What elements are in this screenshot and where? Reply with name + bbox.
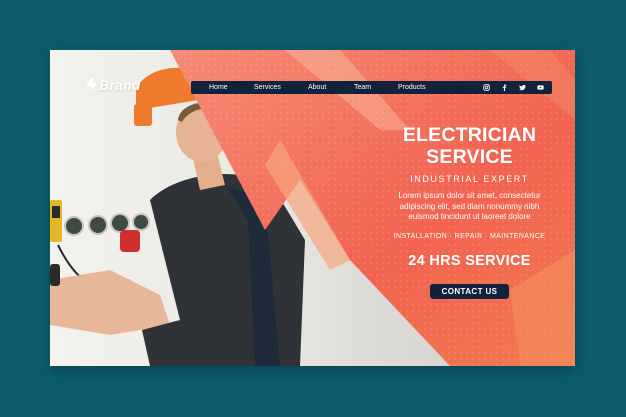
social-links [483,81,544,94]
nav-item-home[interactable]: Home [209,81,254,94]
nav-links: Home Services About Team Products [209,81,448,94]
brand-name: Brand [99,77,141,93]
nav-item-about[interactable]: About [308,81,354,94]
facebook-icon[interactable] [501,84,508,91]
instagram-icon[interactable] [483,84,490,91]
hero-title-line-2: SERVICE [426,146,513,168]
brand-logo[interactable]: Brand [86,77,140,93]
nav-item-services[interactable]: Services [254,81,308,94]
contact-us-button[interactable]: CONTACT US [429,283,510,299]
youtube-icon[interactable] [537,84,544,91]
header: Brand Home Services About Team Products [50,50,575,110]
availability-heading: 24 HRS SERVICE [408,252,531,269]
hero-title: ELECTRICIAN SERVICE [372,124,567,168]
hero-subtitle: INDUSTRIAL EXPERT [410,174,529,184]
landing-page-card: Brand Home Services About Team Products [50,50,575,366]
hero-title-line-1: ELECTRICIAN [402,124,537,146]
nav-item-products[interactable]: Products [398,81,448,94]
hero-body-line-2: adipiscing elit, sed diam nonummy nibh [399,201,540,211]
hero-body-text: Lorem ipsum dolor sit amet, consectetur … [381,191,559,223]
twitter-icon[interactable] [519,84,526,91]
lightning-bolt-icon [86,78,97,92]
hero-content: ELECTRICIAN SERVICE INDUSTRIAL EXPERT Lo… [372,124,567,299]
hero-body-line-1: Lorem ipsum dolor sit amet, consectetur [398,191,541,200]
nav-item-team[interactable]: Team [354,81,398,94]
hero-body-line-3: euismod tincidunt ut laoreet dolore [408,212,531,221]
top-navbar: Home Services About Team Products [191,81,552,94]
services-list: INSTALLATION · REPAIR · MAINTENANCE [393,232,546,240]
